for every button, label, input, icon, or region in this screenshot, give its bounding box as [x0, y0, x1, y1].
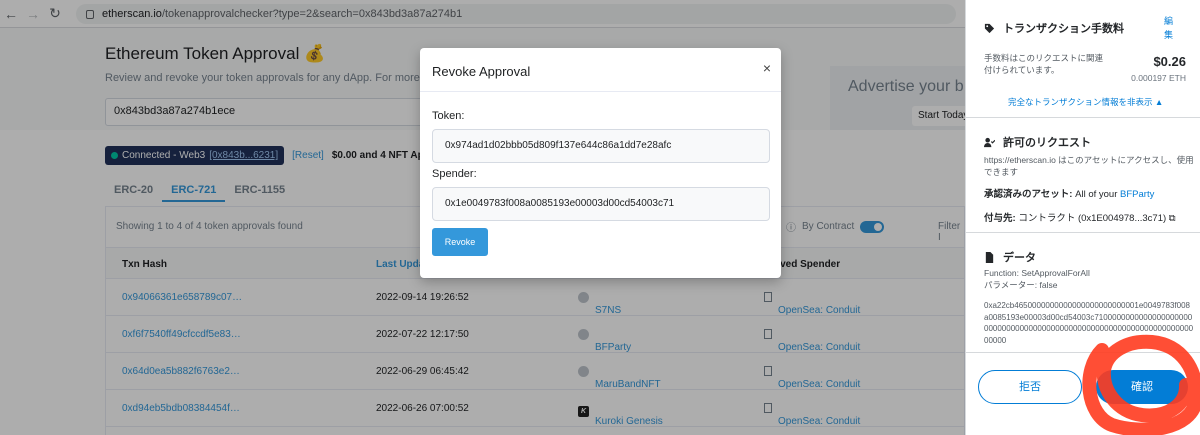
- fee-title: トランザクション手数料: [984, 20, 1124, 36]
- data-title: データ: [984, 249, 1036, 265]
- hex-data: 0xa22cb4650000000000000000000000001e0049…: [984, 301, 1194, 345]
- user-check-icon: [984, 137, 995, 147]
- fee-section: トランザクション手数料 編集 手数料はこのリクエストに関連付けられています。 $…: [966, 0, 1200, 118]
- fee-usd: $0.26: [1153, 54, 1186, 69]
- permission-title: 許可のリクエスト: [984, 134, 1091, 150]
- parameters: パラメーター: false: [984, 280, 1058, 290]
- metamask-panel: トランザクション手数料 編集 手数料はこのリクエストに関連付けられています。 $…: [965, 0, 1200, 435]
- token-label: Token:: [432, 110, 465, 122]
- reject-button[interactable]: 拒否: [978, 370, 1082, 404]
- spender-label: Spender:: [432, 168, 477, 180]
- file-icon: [985, 251, 994, 263]
- asset-link[interactable]: BFParty: [1120, 189, 1154, 200]
- edit-link[interactable]: 編集: [1164, 14, 1174, 43]
- function-name: Function: SetApprovalForAll: [984, 268, 1090, 278]
- fee-eth: 0.000197 ETH: [1131, 73, 1186, 83]
- fee-description: 手数料はこのリクエストに関連付けられています。: [984, 53, 1104, 76]
- permission-description: https://etherscan.io はこのアセットにアクセスし、使用できま…: [984, 155, 1194, 178]
- close-icon[interactable]: ×: [763, 60, 771, 76]
- modal-title: Revoke Approval: [432, 64, 531, 79]
- confirm-button[interactable]: 確認: [1096, 370, 1188, 404]
- modal-header: Revoke Approval ×: [420, 48, 781, 92]
- copy-icon[interactable]: ⧉: [1169, 213, 1176, 224]
- revoke-button[interactable]: Revoke: [432, 228, 488, 256]
- approved-asset: 承認済みのアセット: All of your BFParty: [984, 189, 1155, 200]
- tag-icon: [984, 23, 995, 33]
- spender-field[interactable]: 0x1e0049783f008a0085193e00003d00cd54003c…: [432, 187, 770, 221]
- hide-details-link[interactable]: 完全なトランザクション情報を非表示 ▲: [1008, 96, 1163, 108]
- revoke-approval-modal: Revoke Approval × Token: 0x974ad1d02bbb0…: [420, 48, 781, 278]
- grant-to: 付与先: コントラクト (0x1E004978...3c71) ⧉: [984, 213, 1176, 224]
- token-field[interactable]: 0x974ad1d02bbb05d809f137e644c86a1dd7e28a…: [432, 129, 770, 163]
- permission-section: 許可のリクエスト https://etherscan.io はこのアセットにアク…: [966, 118, 1200, 233]
